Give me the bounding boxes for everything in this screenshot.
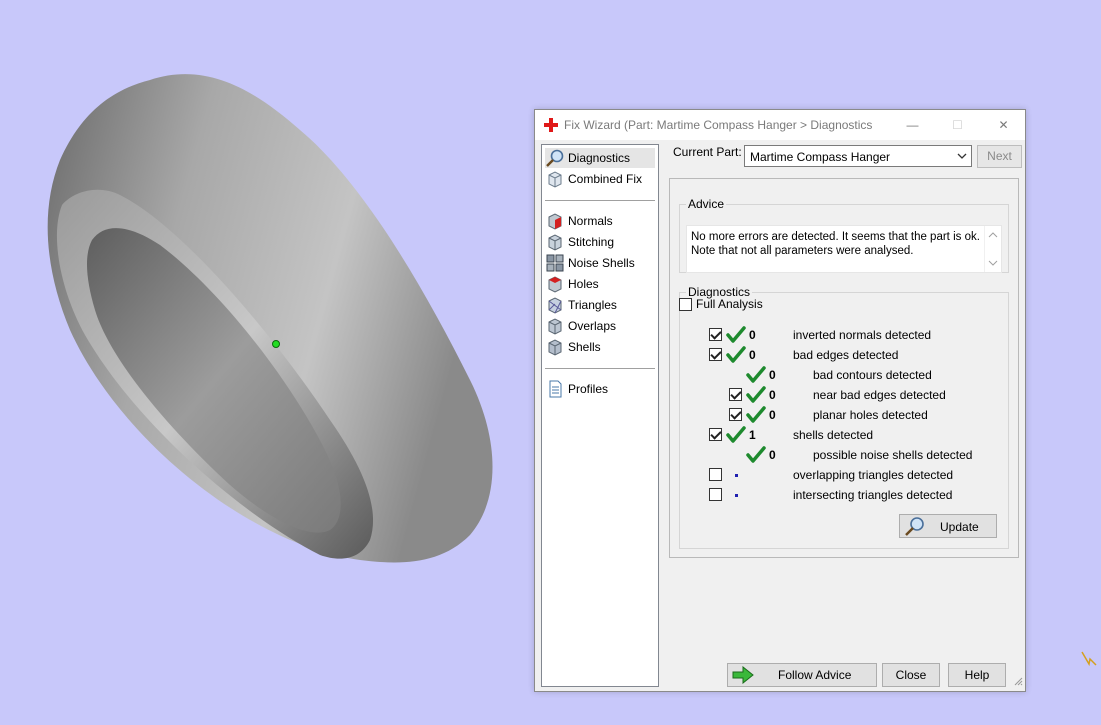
- help-button[interactable]: Help: [948, 663, 1006, 687]
- diagnostic-count: 0: [769, 388, 776, 402]
- diagnostic-checkbox[interactable]: [729, 388, 742, 401]
- resize-grip-icon[interactable]: [1013, 675, 1023, 689]
- advice-scrollbar[interactable]: [984, 226, 1001, 272]
- diagnostic-count: 0: [769, 448, 776, 462]
- diagnostic-count: 0: [749, 348, 756, 362]
- current-part-label: Current Part:: [673, 145, 742, 159]
- diagnostic-label: possible noise shells detected: [813, 448, 973, 462]
- diagnostic-row: 0 possible noise shells detected: [670, 445, 1010, 465]
- document-icon: [545, 379, 565, 399]
- advice-group: Advice No more errors are detected. It s…: [679, 197, 1009, 273]
- current-part-value: Martime Compass Hanger: [750, 150, 891, 164]
- next-button[interactable]: Next: [977, 145, 1022, 168]
- sidebar-item-diagnostics[interactable]: Diagnostics: [545, 148, 655, 168]
- sidebar-item-holes[interactable]: Holes: [545, 274, 655, 294]
- green-check-icon: [726, 425, 746, 445]
- sidebar-item-profiles[interactable]: Profiles: [545, 379, 655, 399]
- scroll-up-icon[interactable]: [988, 228, 998, 242]
- diagnostic-row: intersecting triangles detected: [670, 485, 1010, 505]
- diagnostic-row: 0 inverted normals detected: [670, 325, 1010, 345]
- green-check-icon: [726, 345, 746, 365]
- update-label: Update: [940, 520, 979, 534]
- triangles-cube-icon: [545, 295, 565, 315]
- green-check-icon: [746, 405, 766, 425]
- diagnostic-label: inverted normals detected: [793, 328, 932, 342]
- diagnostic-checkbox[interactable]: [709, 348, 722, 361]
- diagnostic-checkbox[interactable]: [709, 468, 722, 481]
- follow-advice-button[interactable]: Follow Advice: [727, 663, 877, 687]
- diagnostic-row: 0 bad contours detected: [670, 365, 1010, 385]
- diagnostic-checkbox[interactable]: [729, 408, 742, 421]
- pending-dot-icon: [735, 494, 738, 497]
- green-arrow-icon: [732, 665, 754, 691]
- sidebar-divider: [545, 200, 655, 201]
- scroll-down-icon[interactable]: [988, 256, 998, 270]
- sidebar-divider: [545, 368, 655, 369]
- sidebar-item-triangles[interactable]: Triangles: [545, 295, 655, 315]
- minimize-button[interactable]: —: [890, 110, 935, 140]
- fix-wizard-dialog: Fix Wizard (Part: Martime Compass Hanger…: [534, 109, 1026, 692]
- diagnostic-row: overlapping triangles detected: [670, 465, 1010, 485]
- diagnostics-panel: Advice No more errors are detected. It s…: [669, 178, 1019, 558]
- diagnostic-row: 0 near bad edges detected: [670, 385, 1010, 405]
- diagnostic-label: shells detected: [793, 428, 874, 442]
- sidebar-item-shells[interactable]: Shells: [545, 337, 655, 357]
- advice-textbox[interactable]: No more errors are detected. It seems th…: [686, 225, 1002, 273]
- sidebar-item-overlaps[interactable]: Overlaps: [545, 316, 655, 336]
- shells-cube-icon: [545, 337, 565, 357]
- normals-cube-icon: [545, 211, 565, 231]
- pointer-cursor-icon: [1080, 650, 1100, 671]
- advice-legend: Advice: [688, 197, 725, 211]
- maximize-button[interactable]: ☐: [935, 110, 980, 140]
- diagnostic-label: overlapping triangles detected: [793, 468, 954, 482]
- green-check-icon: [746, 385, 766, 405]
- sidebar-item-noise-shells[interactable]: Noise Shells: [545, 253, 655, 273]
- magnifier-icon: [904, 516, 926, 541]
- magnifier-icon: [545, 148, 565, 168]
- update-button[interactable]: Update: [899, 514, 997, 538]
- diagnostic-row: 0 planar holes detected: [670, 405, 1010, 425]
- follow-advice-label: Follow Advice: [778, 668, 852, 682]
- green-check-icon: [746, 445, 766, 465]
- pending-dot-icon: [735, 474, 738, 477]
- diagnostic-label: bad contours detected: [813, 368, 932, 382]
- diagnostic-count: 0: [769, 408, 776, 422]
- current-part-select[interactable]: Martime Compass Hanger: [744, 145, 972, 167]
- full-analysis-row[interactable]: Full Analysis: [679, 297, 763, 311]
- green-check-icon: [746, 365, 766, 385]
- diagnostic-count: 0: [769, 368, 776, 382]
- noise-shells-icon: [545, 253, 565, 273]
- sidebar-item-normals[interactable]: Normals: [545, 211, 655, 231]
- green-check-icon: [726, 325, 746, 345]
- diagnostic-count: 1: [749, 428, 756, 442]
- sidebar-item-combined-fix[interactable]: Combined Fix: [545, 169, 655, 189]
- window-title: Fix Wizard (Part: Martime Compass Hanger…: [564, 118, 873, 132]
- diagnostic-label: planar holes detected: [813, 408, 928, 422]
- holes-cube-icon: [545, 274, 565, 294]
- chevron-down-icon: [956, 150, 968, 165]
- red-cross-icon: [543, 117, 559, 136]
- diagnostic-label: intersecting triangles detected: [793, 488, 953, 502]
- diagnostic-label: near bad edges detected: [813, 388, 946, 402]
- full-analysis-checkbox[interactable]: [679, 297, 692, 311]
- close-button[interactable]: Close: [882, 663, 940, 687]
- overlaps-cube-icon: [545, 316, 565, 336]
- fix-sidebar: Diagnostics Combined Fix Normals Stitchi…: [541, 144, 659, 687]
- full-analysis-label: Full Analysis: [696, 297, 763, 311]
- diagnostic-checkbox[interactable]: [709, 428, 722, 441]
- diagnostic-count: 0: [749, 328, 756, 342]
- diagnostic-row: 0 bad edges detected: [670, 345, 1010, 365]
- close-window-button[interactable]: ✕: [981, 110, 1026, 140]
- stitching-cube-icon: [545, 232, 565, 252]
- title-bar[interactable]: Fix Wizard (Part: Martime Compass Hanger…: [535, 110, 1025, 140]
- cube-icon: [545, 169, 565, 189]
- sidebar-item-stitching[interactable]: Stitching: [545, 232, 655, 252]
- diagnostic-checkbox[interactable]: [709, 488, 722, 501]
- diagnostic-row: 1 shells detected: [670, 425, 1010, 445]
- advice-text: No more errors are detected. It seems th…: [691, 231, 980, 257]
- diagnostic-checkbox[interactable]: [709, 328, 722, 341]
- diagnostic-label: bad edges detected: [793, 348, 899, 362]
